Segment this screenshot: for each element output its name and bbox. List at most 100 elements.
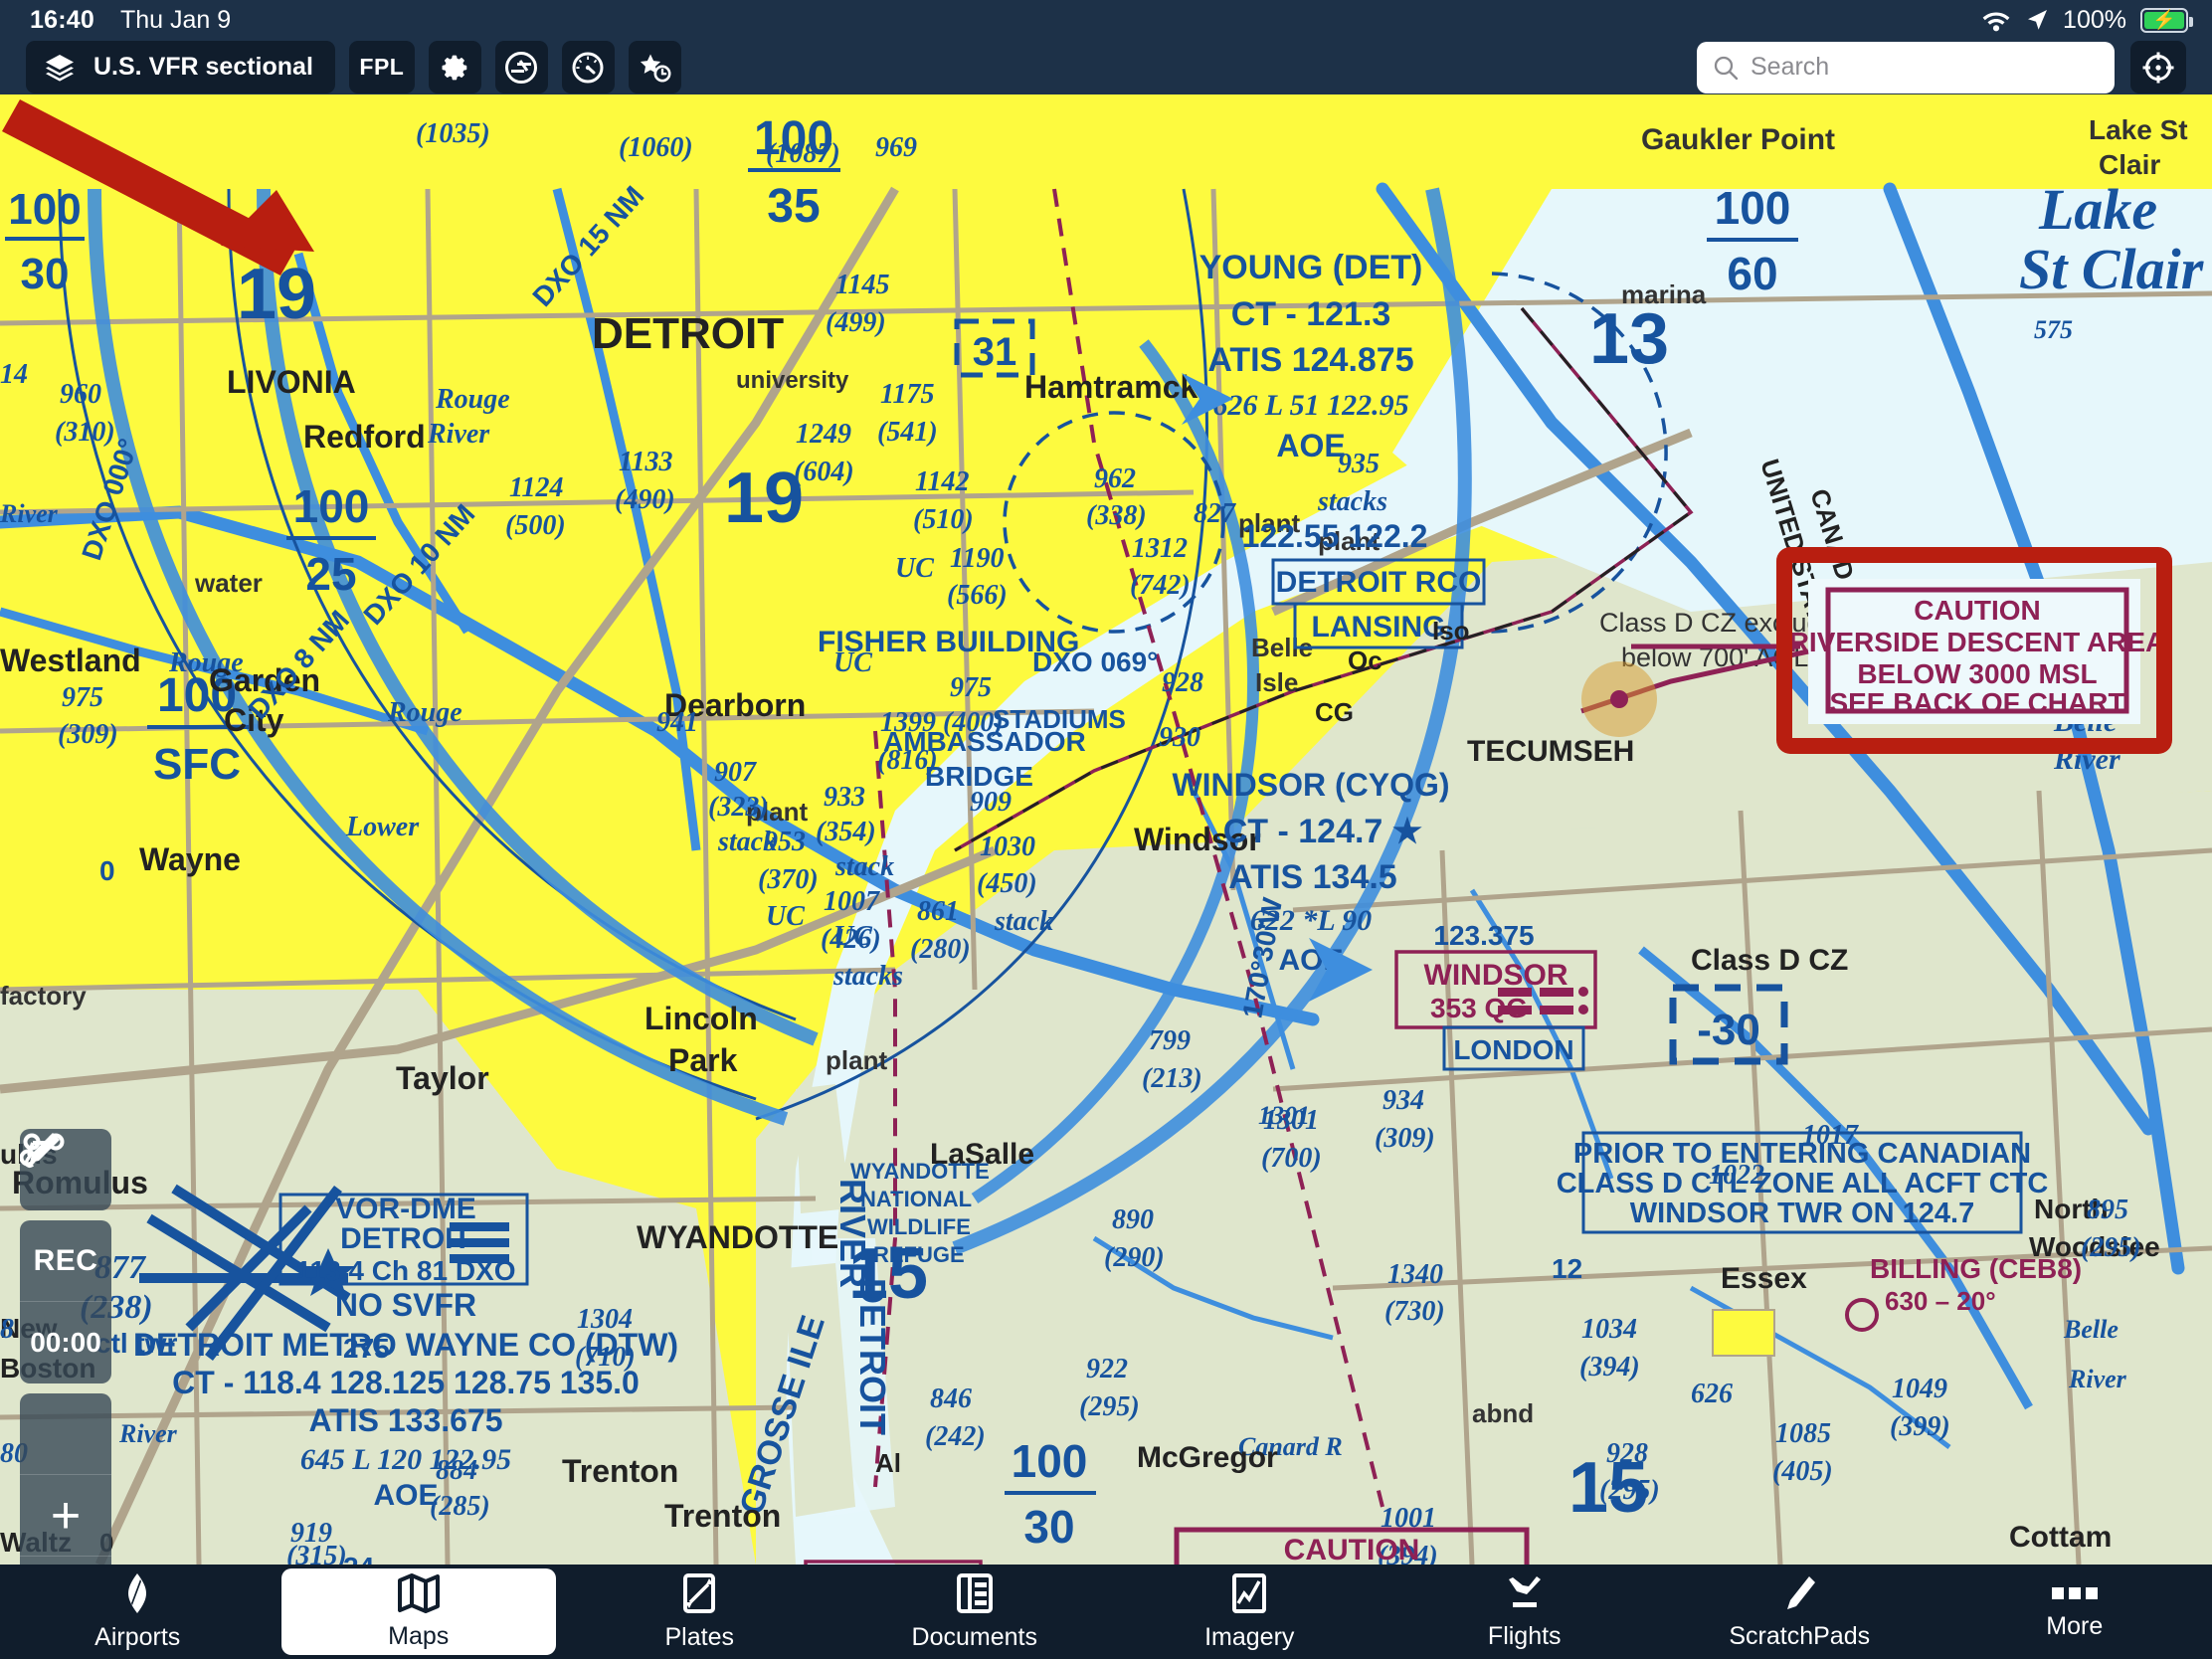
svg-text:SFC: SFC: [153, 740, 241, 789]
tab-more[interactable]: More: [1937, 1565, 2212, 1659]
svg-text:14: 14: [0, 359, 28, 390]
svg-text:626 L 51 122.95: 626 L 51 122.95: [1212, 389, 1408, 422]
svg-text:Park: Park: [668, 1042, 738, 1078]
svg-text:(323): (323): [708, 792, 769, 823]
search-input[interactable]: Search: [1697, 41, 2115, 93]
tab-imagery[interactable]: Imagery: [1112, 1565, 1387, 1659]
svg-text:Clair: Clair: [2099, 149, 2160, 180]
svg-text:ATIS 133.675: ATIS 133.675: [308, 1402, 502, 1438]
tab-airports[interactable]: Airports: [0, 1565, 276, 1659]
svg-text:1017: 1017: [1802, 1120, 1859, 1151]
settings-button[interactable]: [428, 41, 481, 93]
svg-text:(742): (742): [1130, 570, 1191, 601]
approach-plate-icon: [682, 1572, 716, 1614]
svg-text:River: River: [427, 419, 490, 450]
tab-documents[interactable]: Documents: [837, 1565, 1113, 1659]
svg-text:DETROIT: DETROIT: [852, 1278, 893, 1435]
svg-text:BELOW 3000 MSL: BELOW 3000 MSL: [1857, 658, 2097, 689]
svg-text:CT - 124.7 ★: CT - 124.7 ★: [1223, 813, 1423, 850]
svg-text:8: 8: [0, 1314, 14, 1345]
recents-button[interactable]: [628, 41, 681, 93]
svg-text:McGregor: McGregor: [1137, 1441, 1278, 1474]
svg-text:DETROIT RCO: DETROIT RCO: [1276, 566, 1482, 599]
battery-charging-icon: ⚡: [2140, 7, 2193, 33]
app-root: 16:40 Thu Jan 9 100% ⚡ U.S. VFR sectiona…: [0, 0, 2212, 1659]
svg-text:Lake St: Lake St: [2089, 114, 2188, 145]
svg-text:60: 60: [1727, 248, 1777, 299]
svg-text:975: 975: [950, 672, 992, 703]
svg-text:1007: 1007: [824, 886, 880, 917]
svg-text:(370): (370): [758, 864, 819, 895]
svg-text:100: 100: [1715, 182, 1791, 234]
search-icon: [1713, 55, 1739, 81]
tab-scratchpads[interactable]: ScratchPads: [1662, 1565, 1937, 1659]
svg-text:factory: factory: [0, 981, 87, 1011]
svg-text:Wayne: Wayne: [139, 841, 241, 877]
svg-text:River: River: [118, 1419, 178, 1448]
zoom-in-button[interactable]: +: [20, 1475, 111, 1557]
tab-maps-label: Maps: [388, 1621, 450, 1650]
svg-text:CAUTION: CAUTION: [1284, 1534, 1420, 1565]
scratchpad-button[interactable]: [494, 41, 548, 93]
tab-maps[interactable]: Maps: [280, 1568, 556, 1655]
svg-text:Trenton: Trenton: [664, 1498, 781, 1534]
sectional-chart-map[interactable]: .cy{fill:#fdfa3f} /* class B yellow / ur…: [0, 94, 2212, 1565]
flightplan-button[interactable]: FPL: [348, 41, 415, 93]
svg-text:30: 30: [1023, 1501, 1074, 1553]
svg-text:(541): (541): [877, 417, 938, 448]
bottom-tab-bar: Airports Maps Plates Documents Imagery F…: [0, 1565, 2212, 1659]
svg-text:stacks: stacks: [1317, 486, 1387, 517]
tab-more-label: More: [2046, 1611, 2104, 1640]
svg-text:922: 922: [1086, 1354, 1128, 1384]
svg-text:(450): (450): [977, 868, 1037, 899]
svg-text:WYANDOTTE: WYANDOTTE: [850, 1159, 990, 1184]
svg-text:Oc: Oc: [1348, 645, 1382, 675]
svg-text:CLASS D CTL ZONE ALL ACFT CTC: CLASS D CTL ZONE ALL ACFT CTC: [1557, 1168, 2049, 1199]
record-button[interactable]: REC: [20, 1220, 111, 1302]
status-time: 16:40: [30, 5, 94, 34]
svg-text:953: 953: [764, 827, 806, 857]
svg-text:645 L 120 122.95: 645 L 120 122.95: [300, 1443, 511, 1476]
svg-text:St Clair: St Clair: [2019, 237, 2204, 301]
svg-text:630 – 20°: 630 – 20°: [1885, 1286, 1996, 1316]
svg-text:930: 930: [1159, 722, 1200, 753]
svg-text:WYANDOTTE: WYANDOTTE: [637, 1219, 838, 1255]
svg-text:university: university: [736, 367, 849, 394]
svg-text:DETROIT: DETROIT: [592, 309, 784, 358]
svg-text:CG: CG: [1315, 697, 1354, 727]
svg-text:LONDON: LONDON: [1453, 1034, 1573, 1065]
crosshair-icon: [2141, 51, 2175, 85]
svg-text:River: River: [2053, 743, 2120, 776]
svg-text:928: 928: [1162, 667, 1203, 698]
svg-text:VOR-DME: VOR-DME: [335, 1193, 476, 1225]
svg-text:Isle: Isle: [1255, 667, 1298, 697]
svg-text:Gaukler Point: Gaukler Point: [1641, 123, 1835, 156]
svg-text:stack: stack: [994, 906, 1053, 937]
svg-text:plant: plant: [826, 1045, 887, 1075]
svg-text:marina: marina: [1621, 279, 1707, 309]
instruments-button[interactable]: [561, 41, 615, 93]
svg-text:12: 12: [1552, 1253, 1582, 1284]
locate-me-button[interactable]: [2130, 41, 2186, 93]
layers-button[interactable]: U.S. VFR sectional: [26, 41, 335, 93]
svg-text:13: 13: [1589, 299, 1669, 379]
svg-text:935: 935: [1338, 449, 1380, 479]
svg-text:(394): (394): [1579, 1352, 1640, 1382]
route-button[interactable]: [20, 1133, 111, 1475]
record-timer[interactable]: 00:00: [20, 1302, 111, 1383]
svg-text:Iso: Iso: [1432, 616, 1470, 645]
svg-text:AOE: AOE: [1276, 428, 1345, 463]
svg-text:Hamtramck: Hamtramck: [1024, 369, 1198, 405]
svg-text:(426): (426): [821, 924, 881, 955]
svg-text:909: 909: [970, 787, 1012, 818]
tab-plates[interactable]: Plates: [562, 1565, 837, 1659]
svg-text:(295): (295): [1079, 1391, 1140, 1422]
svg-text:100: 100: [1012, 1435, 1088, 1487]
svg-text:933: 933: [824, 782, 865, 813]
svg-text:CT - 121.3: CT - 121.3: [1231, 295, 1391, 333]
tab-flights[interactable]: Flights: [1387, 1565, 1663, 1659]
landing-plane-icon: [1503, 1573, 1547, 1613]
svg-text:(290): (290): [1104, 1242, 1165, 1273]
zoom-out-button[interactable]: –: [20, 1557, 111, 1565]
svg-text:DXO 069°: DXO 069°: [1032, 646, 1158, 677]
